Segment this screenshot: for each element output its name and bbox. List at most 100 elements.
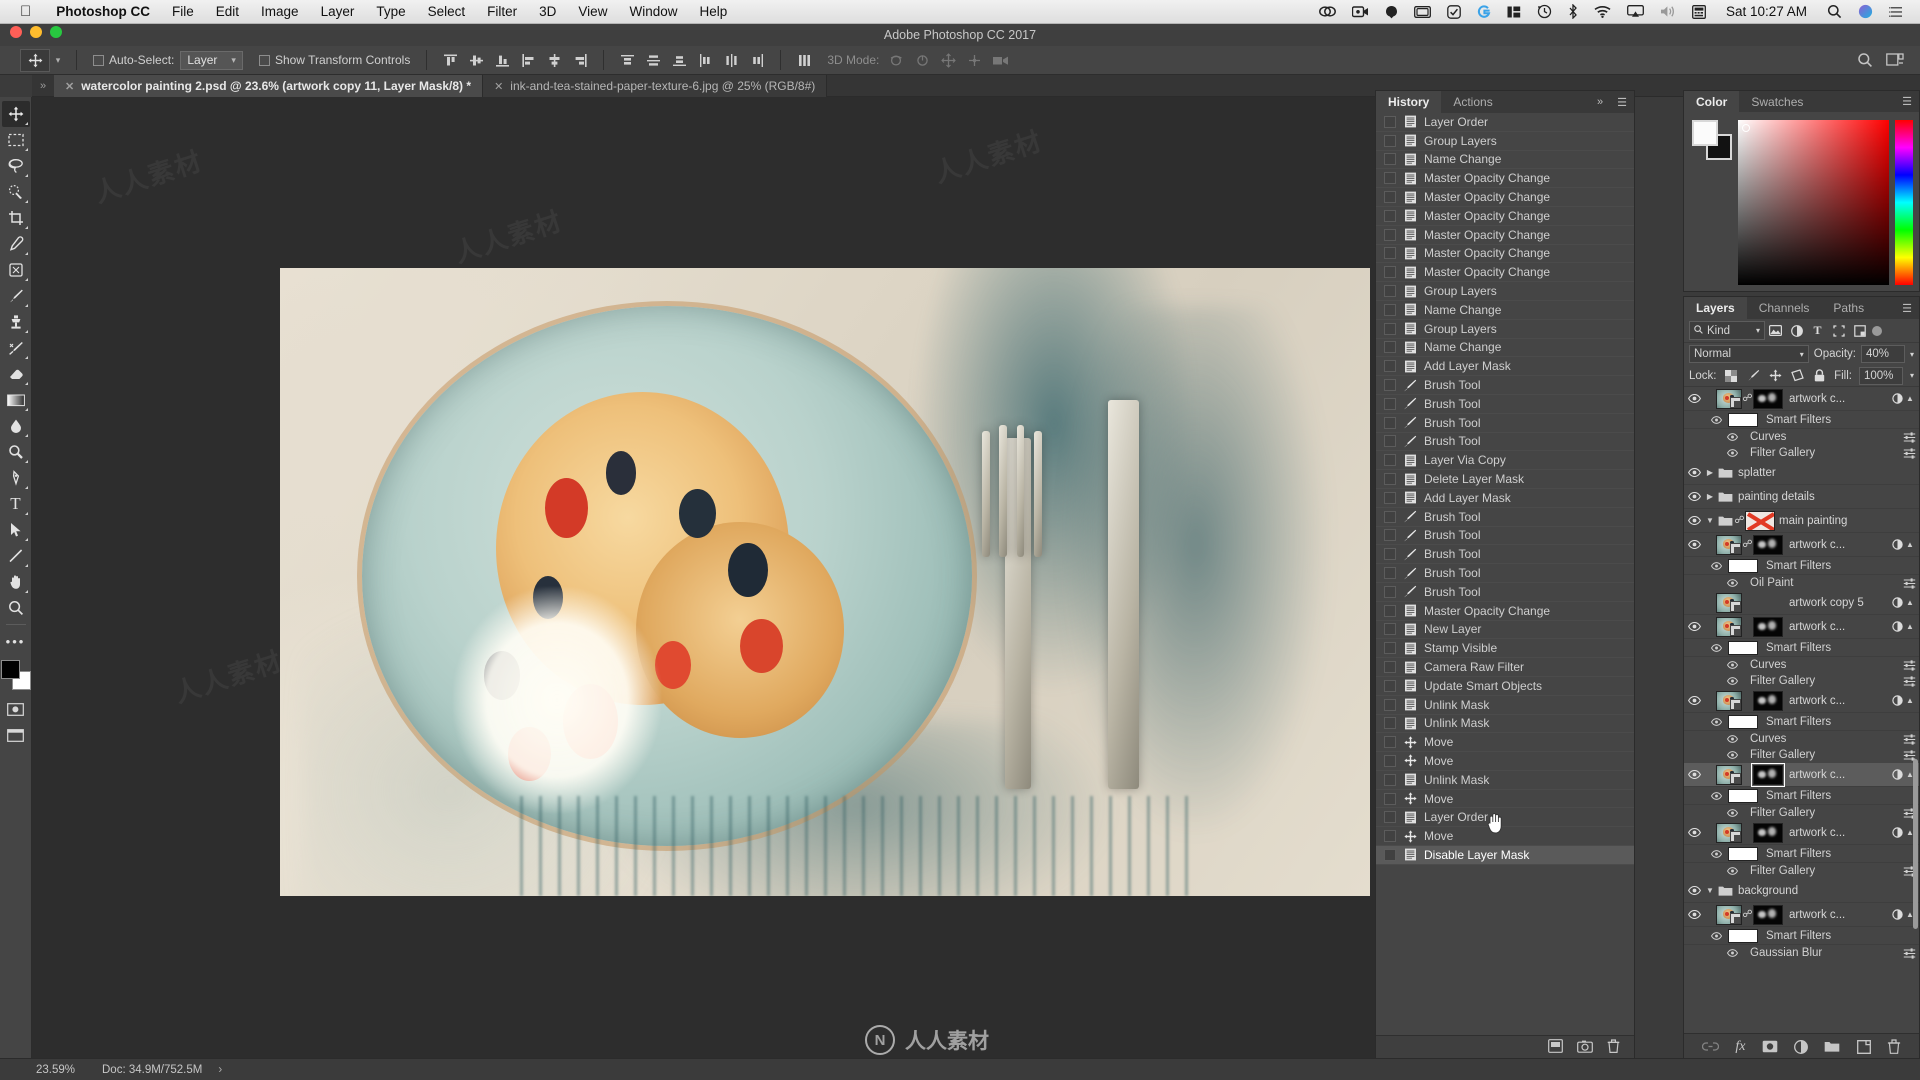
smart-filters-visibility-toggle[interactable] [1684,643,1728,652]
time-machine-icon[interactable] [1529,4,1560,19]
history-snapshot-box[interactable] [1384,397,1396,410]
history-snapshot-box[interactable] [1384,661,1396,673]
filter-enable-toggle[interactable] [1872,325,1882,336]
align-right-edges-icon[interactable] [567,49,593,71]
move-tool-icon[interactable] [20,48,50,72]
history-state-item[interactable]: Group Layers [1376,282,1634,301]
add-layer-style-icon[interactable]: fx [1735,1039,1745,1055]
show-transform-controls-checkbox[interactable]: Show Transform Controls [258,53,410,67]
history-state-item[interactable]: Brush Tool [1376,414,1634,433]
layer-visibility-toggle[interactable] [1684,828,1704,837]
align-vertical-centers-icon[interactable] [463,49,489,71]
layer-row[interactable]: artwork c... ▲ [1684,821,1919,845]
history-snapshot-box[interactable] [1384,567,1396,580]
layer-thumbnail[interactable] [1716,764,1742,785]
history-snapshot-box[interactable] [1384,585,1396,598]
search-icon[interactable] [1819,4,1850,19]
scale-3d-icon[interactable] [987,49,1013,71]
history-snapshot-box[interactable] [1384,416,1396,429]
group-visibility-toggle[interactable] [1684,886,1704,895]
history-state-item[interactable]: Master Opacity Change [1376,263,1634,283]
close-window-button[interactable] [10,26,22,38]
screen-mode-icon[interactable] [2,722,30,748]
smart-filter-mask-thumbnail[interactable] [1728,412,1758,427]
menu-item-filter[interactable]: Filter [476,4,528,19]
chevron-up-icon[interactable]: ▲ [1904,598,1916,607]
smart-filters-row[interactable]: Smart Filters [1684,927,1919,945]
history-state-item[interactable]: Name Change [1376,301,1634,320]
tab-channels[interactable]: Channels [1747,297,1822,319]
fill-chevron-down-icon[interactable]: ▾ [1910,371,1914,380]
eyedropper-tool[interactable] [2,231,30,257]
smart-filter-mask-thumbnail[interactable] [1728,714,1758,729]
chevron-double-right-icon[interactable]: » [1590,91,1610,113]
history-snapshot-box[interactable] [1384,548,1396,561]
layer-visibility-toggle[interactable] [1684,540,1704,549]
rotate-3d-icon[interactable] [883,49,909,71]
filter-visibility-toggle[interactable] [1684,661,1744,669]
layer-row[interactable]: artwork copy 5 ▲ [1684,591,1919,615]
quick-mask-icon[interactable] [2,696,30,722]
history-state-item[interactable]: Brush Tool [1376,564,1634,583]
auto-select-checkbox[interactable]: Auto-Select: [93,53,174,67]
layers-scrollbar[interactable] [1913,759,1918,929]
layer-list[interactable]: ☍ artwork c... ▲ Smart Filters Curves Filter … [1684,387,1919,1033]
history-state-item[interactable]: Master Opacity Change [1376,207,1634,226]
filter-visibility-toggle[interactable] [1684,449,1744,457]
filter-row[interactable]: Curves [1684,657,1919,673]
history-state-item[interactable]: Camera Raw Filter [1376,658,1634,677]
filter-visibility-toggle[interactable] [1684,809,1744,817]
display-icon[interactable] [1406,5,1439,18]
chevron-right-icon[interactable]: › [202,1064,222,1076]
history-snapshot-box[interactable] [1384,209,1396,222]
checkmark-icon[interactable] [1439,4,1469,19]
layer-row[interactable]: ☍ artwork c... ▲ [1684,533,1919,557]
smart-filters-row[interactable]: Smart Filters [1684,713,1919,731]
layer-visibility-toggle[interactable] [1684,770,1704,779]
menu-item-layer[interactable]: Layer [310,4,366,19]
window-controls[interactable] [10,26,62,38]
chevron-up-icon[interactable]: ▲ [1904,622,1916,631]
mask-link-icon[interactable]: ☍ [1742,909,1753,920]
history-state-item[interactable]: Unlink Mask [1376,715,1634,734]
group-expand-icon[interactable]: ▼ [1704,516,1716,525]
filter-row[interactable]: Filter Gallery [1684,863,1919,879]
lasso-tool[interactable] [2,153,30,179]
lock-all-icon[interactable] [1812,369,1827,382]
rectangular-marquee-tool[interactable] [2,127,30,153]
history-state-item[interactable]: Master Opacity Change [1376,226,1634,245]
color-field[interactable] [1738,120,1889,285]
menu-item-image[interactable]: Image [250,4,310,19]
filter-settings-icon[interactable] [1899,675,1919,687]
tab-actions[interactable]: Actions [1441,91,1504,113]
smart-filters-row[interactable]: Smart Filters [1684,639,1919,657]
delete-layer-icon[interactable] [1887,1039,1901,1054]
layer-mask-thumbnail[interactable] [1753,690,1783,711]
group-visibility-toggle[interactable] [1684,516,1704,525]
menu-item-file[interactable]: File [161,4,205,19]
history-state-item[interactable]: Brush Tool [1376,545,1634,565]
layer-thumbnail[interactable] [1716,592,1742,613]
history-snapshot-box[interactable] [1384,322,1396,335]
filter-settings-icon[interactable] [1899,447,1919,459]
show-transform-box[interactable] [258,54,270,66]
close-icon[interactable]: ✕ [65,80,74,93]
history-state-item[interactable]: Update Smart Objects [1376,677,1634,696]
smart-filters-visibility-toggle[interactable] [1684,561,1728,570]
tab-color[interactable]: Color [1684,91,1740,112]
filter-visibility-toggle[interactable] [1684,751,1744,759]
link-layers-icon[interactable] [1702,1041,1720,1052]
history-snapshot-box[interactable] [1384,717,1396,730]
align-horizontal-centers-icon[interactable] [541,49,567,71]
history-snapshot-box[interactable] [1384,134,1396,147]
group-mask-thumbnail[interactable] [1745,510,1775,531]
smart-filters-visibility-toggle[interactable] [1684,415,1728,424]
smart-filter-mask-thumbnail[interactable] [1728,558,1758,573]
history-state-item[interactable]: Brush Tool [1376,583,1634,602]
history-state-item[interactable]: Delete Layer Mask [1376,470,1634,489]
panel-menu-icon[interactable]: ☰ [1895,91,1919,112]
notification-center-icon[interactable] [1881,6,1912,18]
layer-group-row[interactable]: ▶ painting details [1684,485,1919,509]
history-state-item[interactable]: Move [1376,827,1634,847]
filter-row[interactable]: Filter Gallery [1684,445,1919,461]
